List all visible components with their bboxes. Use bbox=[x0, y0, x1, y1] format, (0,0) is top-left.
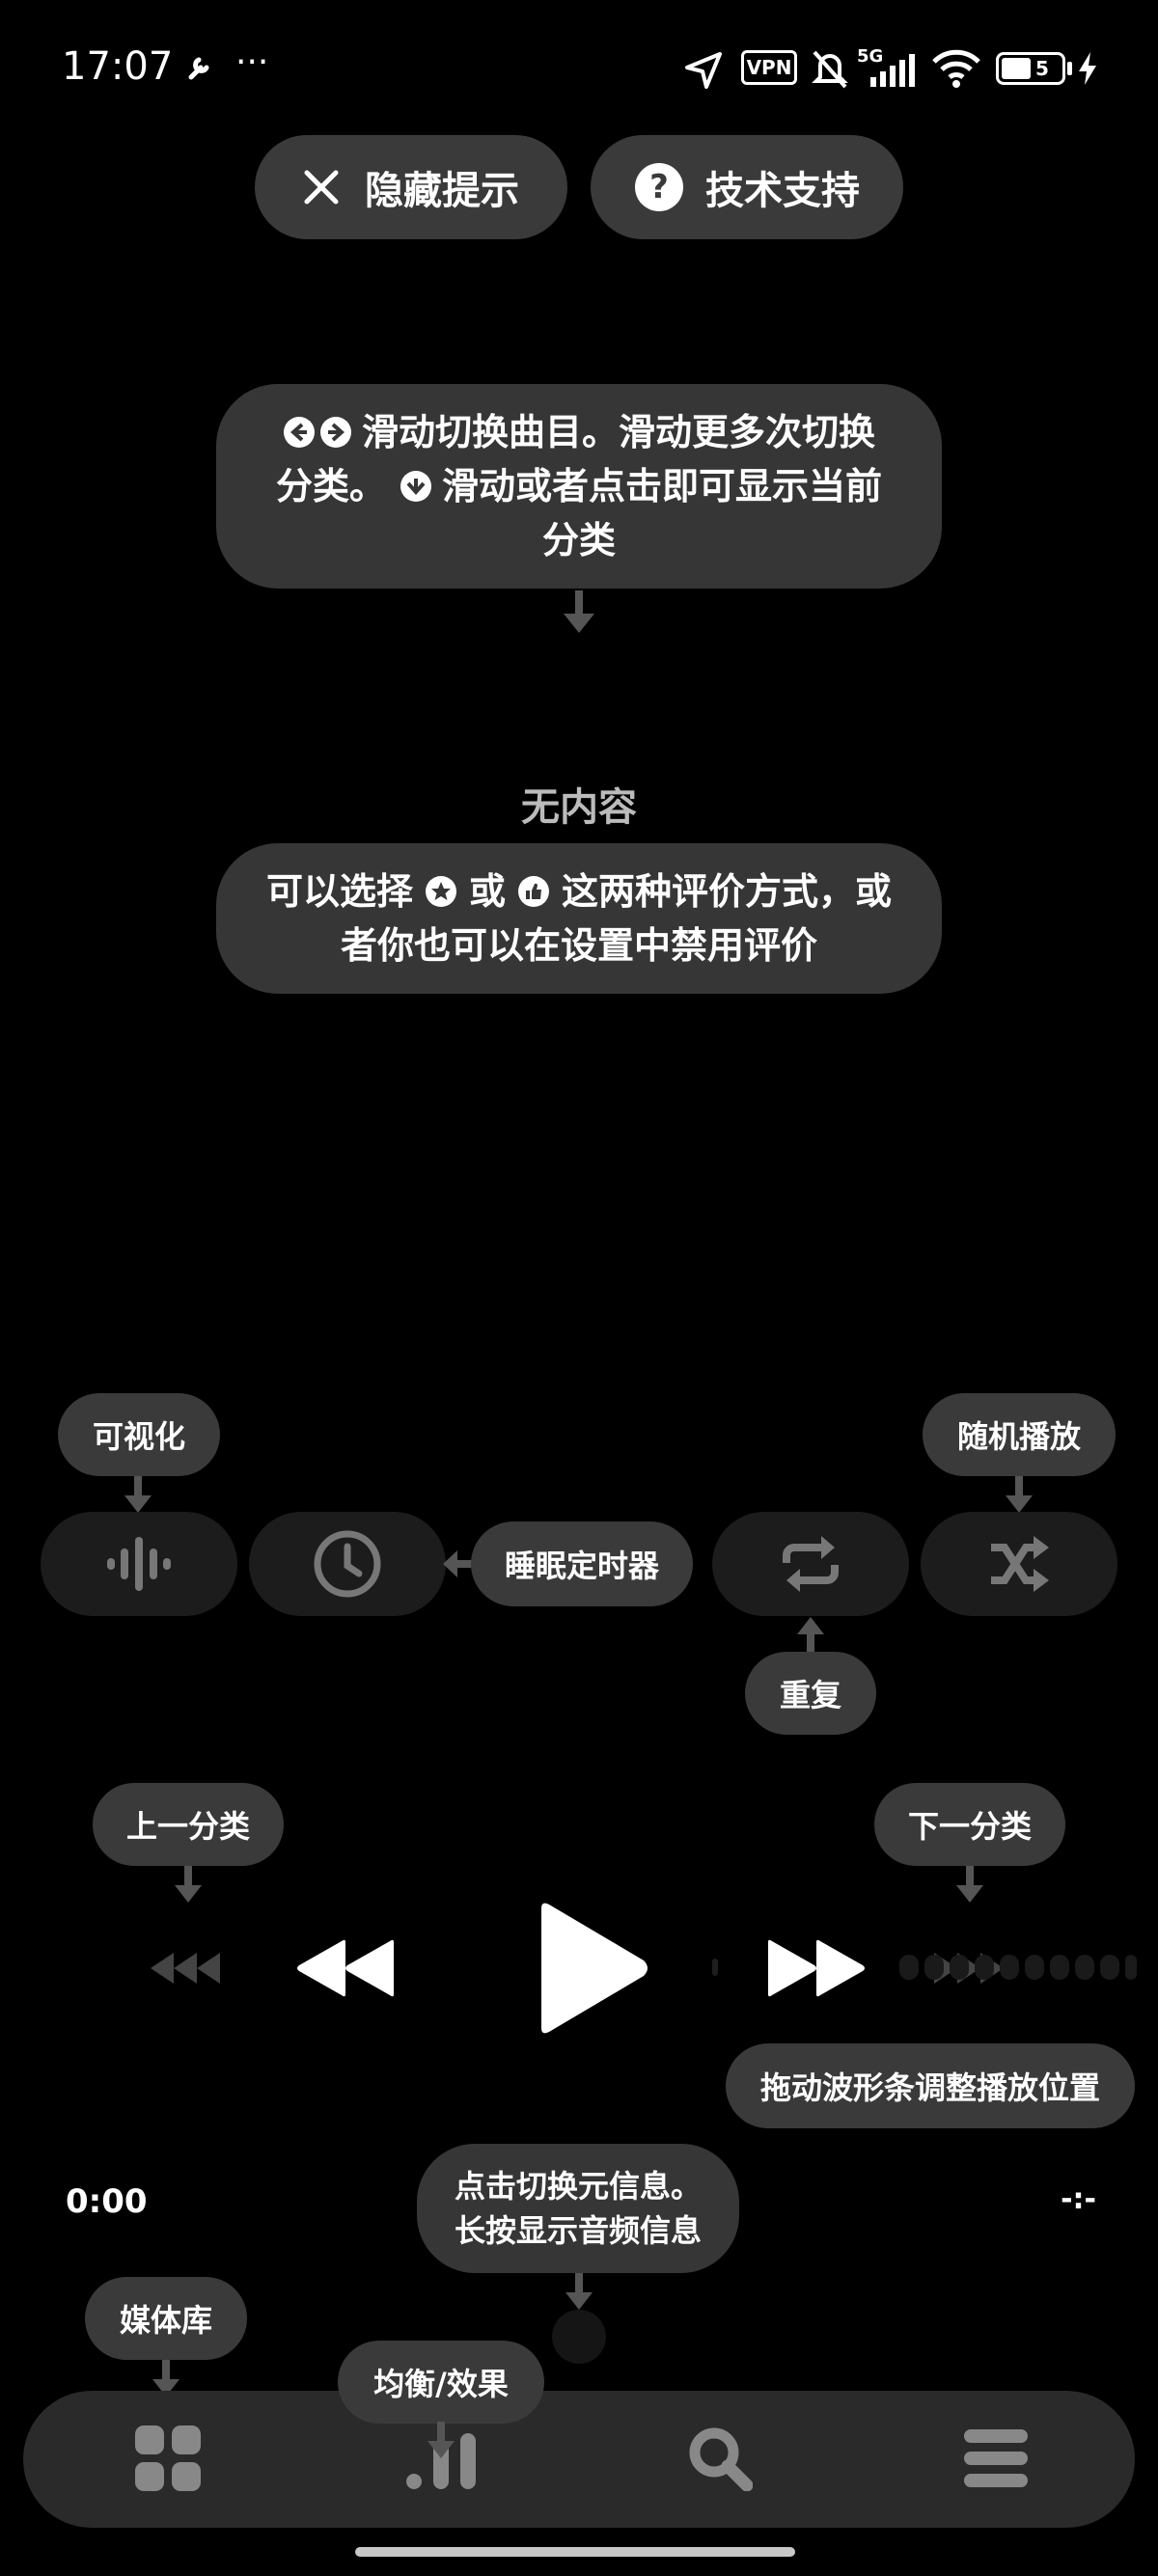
waveform-tip: 拖动波形条调整播放位置 bbox=[726, 2043, 1135, 2128]
arrow-right-circle-icon bbox=[319, 416, 352, 449]
repeat-tip: 重复 bbox=[745, 1652, 876, 1735]
prev-category-button[interactable] bbox=[145, 1939, 226, 1997]
swipe-tip-line3: 分类 bbox=[541, 519, 616, 562]
play-icon bbox=[541, 1903, 648, 2034]
visualize-tip: 可视化 bbox=[58, 1393, 220, 1476]
waveform-seekbar[interactable] bbox=[710, 1951, 1139, 1984]
meta-info-tip-arrow bbox=[565, 2273, 593, 2310]
meta-info-tip: 点击切换元信息。 长按显示音频信息 bbox=[417, 2144, 739, 2273]
battery-tip bbox=[1067, 62, 1072, 75]
eq-tip-arrow bbox=[427, 2422, 455, 2458]
repeat-button[interactable] bbox=[712, 1512, 909, 1616]
prev-category-tip-arrow bbox=[175, 1866, 202, 1903]
prev-category-tip: 上一分类 bbox=[93, 1783, 284, 1866]
swipe-tip-bubble: 滑动切换曲目。滑动更多次切换 分类。 滑动或者点击即可显示当前 分类 bbox=[216, 384, 942, 589]
waveform-icon bbox=[107, 1537, 171, 1591]
status-bar: 17:07 ··· VPN 5G 5 bbox=[0, 0, 1158, 135]
next-category-tip: 下一分类 bbox=[874, 1783, 1065, 1866]
swipe-tip-line1: 滑动切换曲目。滑动更多次切换 bbox=[283, 405, 875, 459]
battery-level: 5 bbox=[1035, 57, 1049, 80]
support-button[interactable]: ? 技术支持 bbox=[591, 135, 903, 239]
search-icon bbox=[689, 2427, 753, 2491]
question-icon: ? bbox=[634, 162, 684, 212]
triple-rewind-icon bbox=[151, 1953, 220, 1984]
swipe-tip-arrow bbox=[564, 590, 594, 633]
meta-info-toggle[interactable] bbox=[552, 2310, 606, 2364]
support-label: 技术支持 bbox=[705, 169, 860, 213]
arrow-left-circle-icon bbox=[283, 416, 316, 449]
shuffle-tip: 随机播放 bbox=[923, 1393, 1116, 1476]
signal-icon bbox=[868, 54, 919, 91]
charging-icon bbox=[1077, 52, 1098, 89]
vpn-badge: VPN bbox=[741, 50, 797, 85]
wifi-icon bbox=[930, 48, 982, 93]
waveform-dots bbox=[712, 1955, 1137, 1980]
status-time: 17:07 bbox=[62, 44, 174, 89]
nav-search-button[interactable] bbox=[681, 2420, 758, 2497]
meta-info-tip-line2: 长按显示音频信息 bbox=[454, 2212, 702, 2249]
grid-icon bbox=[135, 2425, 201, 2491]
svg-text:?: ? bbox=[649, 168, 669, 206]
wrench-icon bbox=[185, 54, 212, 85]
hide-tips-label: 隐藏提示 bbox=[365, 169, 519, 213]
sleep-timer-button[interactable] bbox=[249, 1512, 446, 1616]
menu-icon bbox=[964, 2429, 1028, 2487]
nav-menu-button[interactable] bbox=[957, 2420, 1034, 2497]
sleep-timer-tip-arrow bbox=[443, 1550, 475, 1577]
repeat-icon bbox=[783, 1536, 839, 1592]
sleep-timer-tip: 睡眠定时器 bbox=[471, 1521, 693, 1606]
battery-icon: 5 bbox=[996, 52, 1065, 85]
close-icon bbox=[303, 169, 340, 206]
visualizer-button[interactable] bbox=[41, 1512, 237, 1616]
mute-bell-icon bbox=[811, 48, 849, 93]
visualize-tip-arrow bbox=[124, 1476, 152, 1513]
rating-tip-bubble: 可以选择 或 这两种评价方式，或 者你也可以在设置中禁用评价 bbox=[216, 843, 942, 994]
empty-state-text: 无内容 bbox=[521, 785, 637, 830]
meta-info-tip-line1: 点击切换元信息。 bbox=[454, 2168, 702, 2205]
shuffle-button[interactable] bbox=[921, 1512, 1117, 1616]
library-tip: 媒体库 bbox=[85, 2277, 247, 2360]
thumb-circle-icon bbox=[517, 875, 550, 908]
vpn-label: VPN bbox=[746, 56, 792, 79]
home-indicator[interactable] bbox=[355, 2547, 795, 2557]
repeat-tip-arrow bbox=[797, 1617, 824, 1654]
location-icon bbox=[683, 50, 724, 95]
total-time: -:- bbox=[1061, 2182, 1096, 2216]
shuffle-tip-arrow bbox=[1006, 1476, 1033, 1513]
next-category-tip-arrow bbox=[956, 1866, 983, 1903]
status-dots: ··· bbox=[235, 42, 269, 82]
swipe-tip-line2: 分类。 滑动或者点击即可显示当前 bbox=[275, 465, 883, 507]
hide-tips-button[interactable]: 隐藏提示 bbox=[255, 135, 567, 239]
clock-icon bbox=[314, 1530, 381, 1598]
play-button[interactable] bbox=[529, 1899, 654, 2038]
previous-track-button[interactable] bbox=[290, 1920, 401, 2016]
rating-tip-line2: 者你也可以在设置中禁用评价 bbox=[340, 924, 817, 967]
nav-library-button[interactable] bbox=[129, 2420, 207, 2497]
shuffle-icon bbox=[991, 1536, 1049, 1592]
rewind-icon bbox=[297, 1939, 394, 1997]
bottom-nav bbox=[23, 2391, 1135, 2528]
elapsed-time: 0:00 bbox=[66, 2182, 148, 2221]
star-circle-icon bbox=[425, 875, 457, 908]
arrow-down-circle-icon bbox=[400, 470, 432, 503]
eq-tip: 均衡/效果 bbox=[338, 2341, 544, 2424]
rating-tip-line1: 可以选择 或 这两种评价方式，或 bbox=[265, 870, 893, 913]
